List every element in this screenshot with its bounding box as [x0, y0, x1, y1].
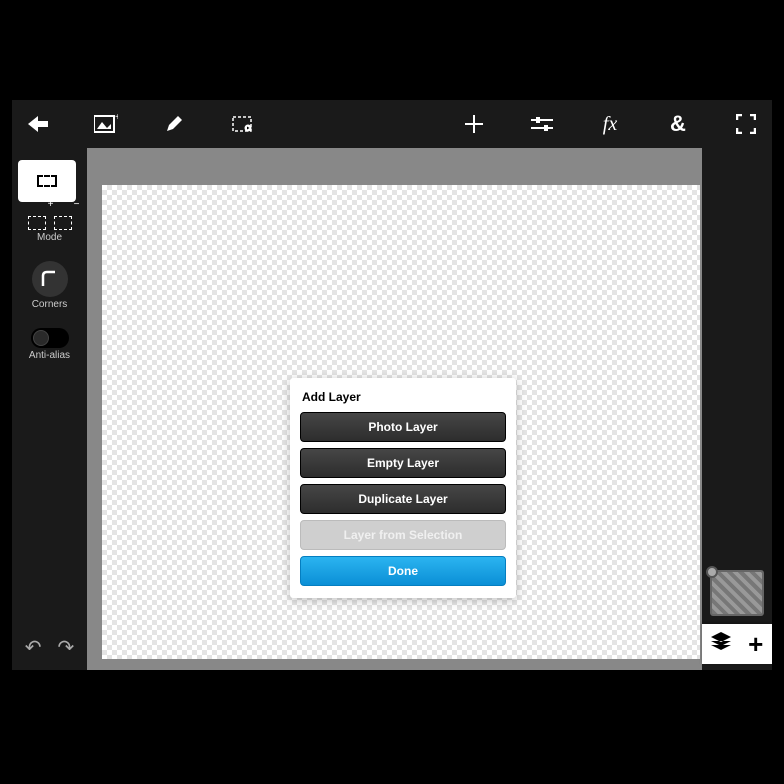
- toggle-thumb: [33, 330, 49, 346]
- transform-marquee-icon[interactable]: [228, 110, 256, 138]
- selection-tool-button[interactable]: [18, 160, 76, 202]
- svg-text:+: +: [115, 114, 118, 123]
- marquee-icon: [37, 175, 57, 187]
- empty-layer-button[interactable]: Empty Layer: [300, 448, 506, 478]
- adjustments-icon[interactable]: [528, 110, 556, 138]
- mode-add-icon[interactable]: [28, 216, 46, 230]
- left-sidebar: Mode Corners Anti-alias ↶ ↷: [12, 148, 87, 670]
- app-window: + fx &: [12, 100, 772, 670]
- mode-label: Mode: [12, 232, 87, 243]
- layer-thumbnail[interactable]: [710, 570, 764, 616]
- fullscreen-icon[interactable]: [732, 110, 760, 138]
- image-icon[interactable]: +: [92, 110, 120, 138]
- duplicate-layer-button[interactable]: Duplicate Layer: [300, 484, 506, 514]
- layer-from-selection-button: Layer from Selection: [300, 520, 506, 550]
- photo-layer-button[interactable]: Photo Layer: [300, 412, 506, 442]
- mode-section: Mode: [12, 206, 87, 249]
- done-button[interactable]: Done: [300, 556, 506, 586]
- add-layer-dialog: Add Layer Photo Layer Empty Layer Duplic…: [290, 378, 516, 598]
- layers-stack-icon[interactable]: [711, 632, 731, 656]
- undo-icon[interactable]: ↶: [25, 635, 42, 660]
- redo-icon[interactable]: ↷: [58, 635, 75, 660]
- add-icon[interactable]: [460, 110, 488, 138]
- corners-section: Corners: [12, 249, 87, 316]
- antialias-section: Anti-alias: [12, 316, 87, 367]
- add-layer-icon[interactable]: +: [748, 629, 763, 660]
- back-icon[interactable]: [24, 110, 52, 138]
- antialias-label: Anti-alias: [12, 350, 87, 361]
- top-toolbar: + fx &: [12, 100, 772, 148]
- mode-subtract-icon[interactable]: [54, 216, 72, 230]
- right-sidebar: +: [702, 148, 772, 670]
- fx-icon[interactable]: fx: [596, 110, 624, 138]
- dialog-title: Add Layer: [300, 388, 506, 412]
- layer-badge-icon: [706, 566, 718, 578]
- ampersand-icon[interactable]: &: [664, 110, 692, 138]
- corners-button[interactable]: [32, 261, 68, 297]
- layers-bottom-bar: +: [702, 624, 772, 664]
- corners-label: Corners: [12, 299, 87, 310]
- antialias-toggle[interactable]: [31, 328, 69, 348]
- pencil-icon[interactable]: [160, 110, 188, 138]
